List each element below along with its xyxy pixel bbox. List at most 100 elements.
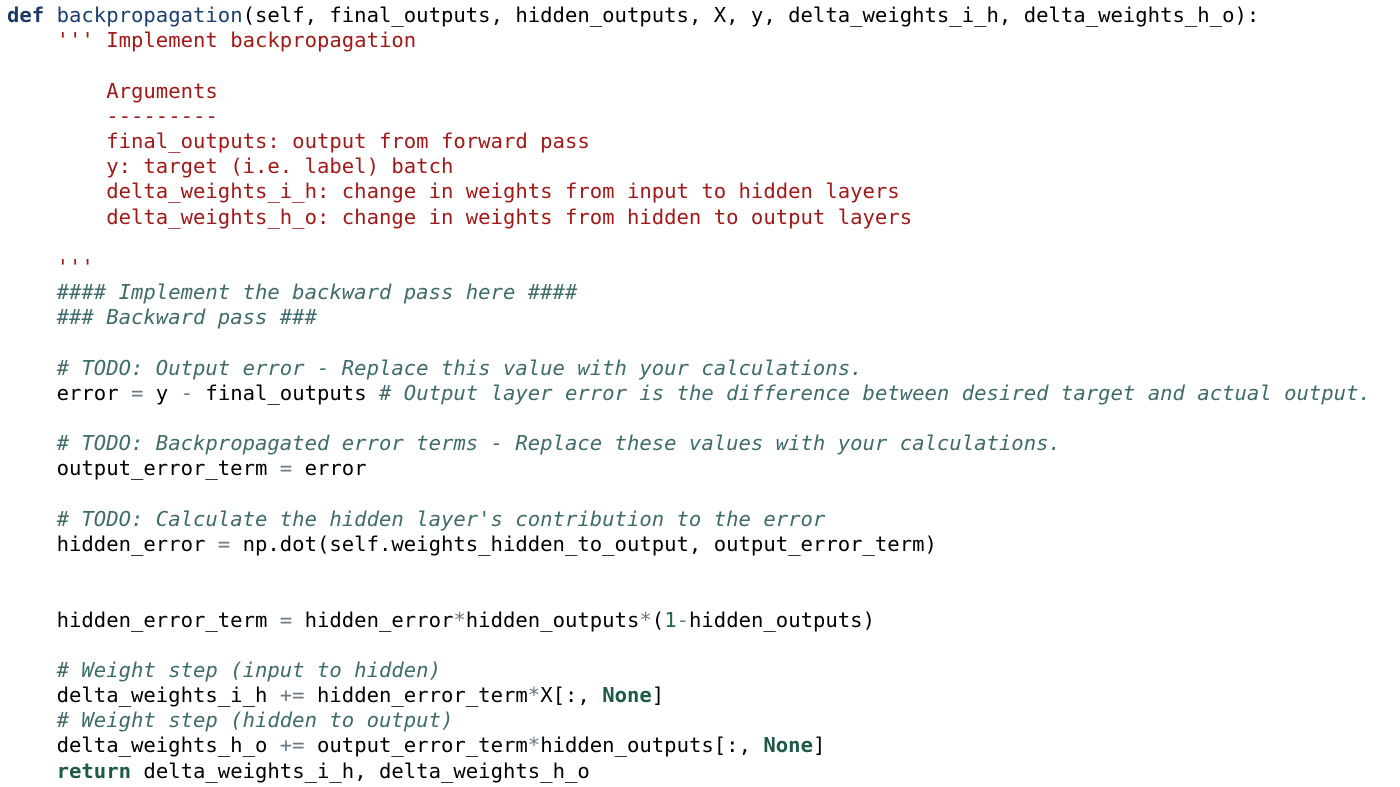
- code-line: #### Implement the backward pass here ##…: [7, 280, 1397, 305]
- code-token: ]: [812, 733, 826, 758]
- code-line: # Weight step (input to hidden): [7, 658, 1397, 683]
- code-token: hidden_outputs: [465, 607, 640, 632]
- string-token: Arguments: [106, 78, 218, 103]
- comment-token: # TODO: Calculate the hidden layer's con…: [56, 506, 826, 531]
- keyword-token: return: [56, 758, 132, 783]
- operator-token: *: [639, 607, 652, 632]
- comment-token: # TODO: Backpropagated error terms - Rep…: [56, 431, 1061, 456]
- code-token: error: [292, 456, 367, 481]
- code-line: delta_weights_h_o += output_error_term*h…: [7, 733, 1397, 758]
- code-token: output_error_term: [304, 733, 528, 758]
- code-token: delta_weights_i_h: [7, 683, 280, 708]
- code-token: y: [143, 380, 181, 405]
- code-token: hidden_error_term: [7, 607, 280, 632]
- comment-token: # TODO: Output error - Replace this valu…: [56, 355, 863, 380]
- code-line: Arguments: [7, 79, 1397, 104]
- operator-token: -: [676, 607, 689, 632]
- code-token: final_outputs: [193, 380, 379, 405]
- operator-token: *: [527, 683, 541, 708]
- code-line: delta_weights_h_o: change in weights fro…: [7, 205, 1397, 230]
- code-token: output_error_term: [7, 456, 280, 481]
- code-token: delta_weights_i_h, delta_weights_h_o: [131, 758, 590, 783]
- string-token: delta_weights_h_o: change in weights fro…: [106, 204, 913, 229]
- def-keyword: def: [7, 3, 45, 27]
- string-token: ''': [56, 254, 94, 279]
- code-token: error: [7, 380, 131, 405]
- code-token: hidden_error: [292, 607, 454, 632]
- function-name-token: backpropagation: [56, 3, 243, 27]
- code-token: ]: [651, 683, 665, 708]
- comment-token: #### Implement the backward pass here ##…: [56, 280, 578, 305]
- code-line: ''' Implement backpropagation: [7, 28, 1397, 53]
- code-token: hidden_outputs): [689, 607, 875, 632]
- string-token: ''' Implement backpropagation: [56, 28, 417, 53]
- string-token: delta_weights_i_h: change in weights fro…: [106, 179, 900, 204]
- operator-token: +=: [279, 683, 305, 708]
- code-line: error = y - final_outputs # Output layer…: [7, 381, 1397, 406]
- code-editor[interactable]: def backpropagation(self, final_outputs,…: [7, 3, 1397, 784]
- code-line: y: target (i.e. label) batch: [7, 154, 1397, 179]
- operator-token: =: [131, 380, 144, 405]
- number-token: 1: [664, 607, 677, 632]
- string-token: final_outputs: output from forward pass: [106, 128, 590, 153]
- operator-token: =: [279, 456, 293, 481]
- code-token: (: [651, 607, 665, 632]
- operator-token: =: [217, 531, 231, 556]
- code-line: delta_weights_i_h += hidden_error_term*X…: [7, 683, 1397, 708]
- operator-token: =: [279, 607, 293, 632]
- keyword-token: None: [602, 683, 652, 708]
- code-token: hidden_error_term: [304, 683, 528, 708]
- string-token: y: target (i.e. label) batch: [106, 154, 454, 179]
- code-line: # TODO: Backpropagated error terms - Rep…: [7, 431, 1397, 456]
- code-line: hidden_error = np.dot(self.weights_hidde…: [7, 532, 1397, 557]
- code-line: # TODO: Output error - Replace this valu…: [7, 356, 1397, 381]
- comment-token: ### Backward pass ###: [56, 305, 317, 330]
- code-token: np.dot(self.weights_hidden_to_output, ou…: [230, 531, 937, 556]
- code-token: hidden_outputs[:,: [540, 733, 764, 758]
- operator-token: *: [453, 607, 466, 632]
- code-token: (self, final_outputs, hidden_outputs, X,…: [242, 3, 1260, 27]
- operator-token: -: [180, 380, 194, 405]
- code-line: hidden_error_term = hidden_error*hidden_…: [7, 608, 1397, 633]
- comment-token: # Weight step (input to hidden): [56, 657, 441, 682]
- code-line: output_error_term = error: [7, 456, 1397, 481]
- code-line: def backpropagation(self, final_outputs,…: [7, 3, 1397, 28]
- code-token: X[:,: [540, 683, 603, 708]
- comment-token: # Weight step (hidden to output): [56, 708, 454, 733]
- code-token: delta_weights_h_o: [7, 733, 280, 758]
- code-line: final_outputs: output from forward pass: [7, 129, 1397, 154]
- operator-token: *: [527, 733, 541, 758]
- code-line: ''': [7, 255, 1397, 280]
- code-line: ### Backward pass ###: [7, 305, 1397, 330]
- code-line: # TODO: Calculate the hidden layer's con…: [7, 507, 1397, 532]
- code-line: delta_weights_i_h: change in weights fro…: [7, 179, 1397, 204]
- operator-token: +=: [279, 733, 305, 758]
- code-line: return delta_weights_i_h, delta_weights_…: [7, 759, 1397, 784]
- comment-token: # Output layer error is the difference b…: [379, 380, 1371, 405]
- code-line: ---------: [7, 104, 1397, 129]
- code-line: # Weight step (hidden to output): [7, 708, 1397, 733]
